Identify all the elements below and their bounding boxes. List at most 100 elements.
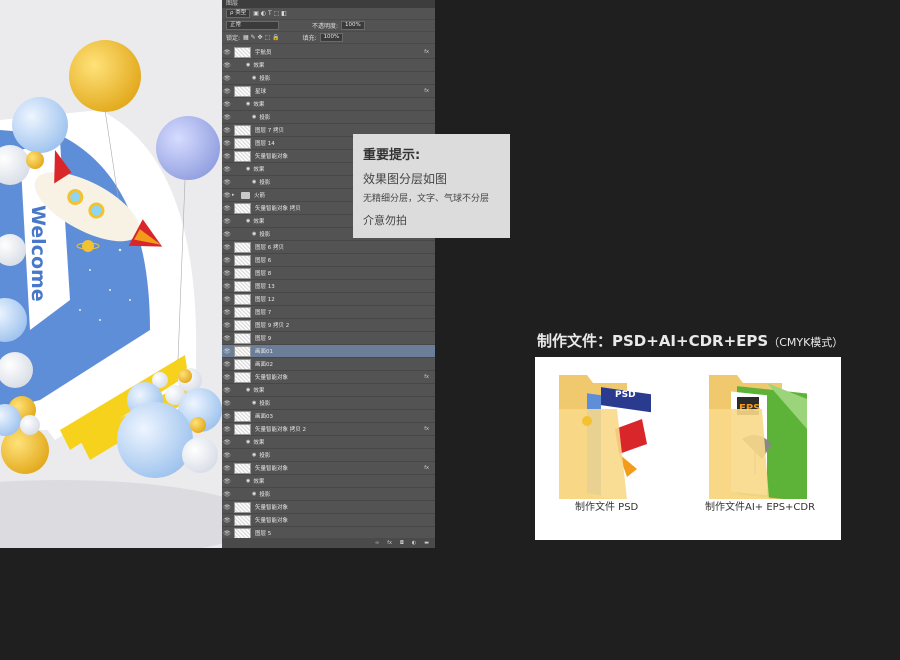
visibility-eye-icon[interactable]: 👁 [222,218,232,225]
visibility-eye-icon[interactable]: 👁 [222,270,232,277]
fx-badge[interactable]: fx [424,426,429,432]
visibility-eye-icon[interactable]: 👁 [222,465,232,472]
visibility-eye-icon[interactable]: 👁 [222,491,232,498]
layer-row[interactable]: 👁 宇航员 fx [222,46,435,59]
group-toggle-icon[interactable]: ▸ [232,192,239,198]
layer-row[interactable]: 👁 图层 9 [222,332,435,345]
visibility-eye-icon[interactable]: 👁 [222,179,232,186]
layer-effect-row[interactable]: 👁 ◉ 效果 [222,59,435,72]
visibility-eye-icon[interactable]: 👁 [222,309,232,316]
layer-row[interactable]: 👁 矢量智能对象 [222,514,435,527]
layer-name: 投影 [259,180,271,186]
mask-icon[interactable]: ◘ [400,538,404,548]
layer-effect-row[interactable]: 👁 ◉ 投影 [222,397,435,410]
visibility-eye-icon[interactable]: 👁 [222,426,232,433]
effect-eye-icon[interactable]: ◉ [252,75,256,81]
filter-icons[interactable]: ▣ ◐ T ⬚ ◧ [253,10,287,17]
visibility-eye-icon[interactable]: 👁 [222,517,232,524]
visibility-eye-icon[interactable]: 👁 [222,192,232,199]
visibility-eye-icon[interactable]: 👁 [222,62,232,69]
visibility-eye-icon[interactable]: 👁 [222,231,232,238]
layer-row[interactable]: 👁 图层 6 [222,254,435,267]
visibility-eye-icon[interactable]: 👁 [222,348,232,355]
visibility-eye-icon[interactable]: 👁 [222,75,232,82]
effect-eye-icon[interactable]: ◉ [246,387,250,393]
visibility-eye-icon[interactable]: 👁 [222,153,232,160]
layer-effect-row[interactable]: 👁 ◉ 投影 [222,449,435,462]
effect-eye-icon[interactable]: ◉ [252,452,256,458]
effect-eye-icon[interactable]: ◉ [246,101,250,107]
visibility-eye-icon[interactable]: 👁 [222,114,232,121]
visibility-eye-icon[interactable]: 👁 [222,283,232,290]
layer-row[interactable]: 👁 画面03 [222,410,435,423]
effect-eye-icon[interactable]: ◉ [252,231,256,237]
visibility-eye-icon[interactable]: 👁 [222,127,232,134]
fx-badge[interactable]: fx [424,465,429,471]
layer-effect-row[interactable]: 👁 ◉ 效果 [222,475,435,488]
filter-kind-select[interactable]: ρ 类型 [226,9,251,18]
layer-row[interactable]: 👁 图层 8 [222,267,435,280]
effect-eye-icon[interactable]: ◉ [246,439,250,445]
layer-effect-row[interactable]: 👁 ◉ 效果 [222,436,435,449]
visibility-eye-icon[interactable]: 👁 [222,504,232,511]
visibility-eye-icon[interactable]: 👁 [222,374,232,381]
layer-row[interactable]: 👁 星球 fx [222,85,435,98]
visibility-eye-icon[interactable]: 👁 [222,205,232,212]
adjustment-icon[interactable]: ◐ [412,538,416,548]
layer-effect-row[interactable]: 👁 ◉ 效果 [222,98,435,111]
visibility-eye-icon[interactable]: 👁 [222,296,232,303]
layer-row[interactable]: 👁 矢量智能对象 fx [222,371,435,384]
layer-name: 效果 [253,440,265,446]
visibility-eye-icon[interactable]: 👁 [222,101,232,108]
effect-eye-icon[interactable]: ◉ [252,491,256,497]
visibility-eye-icon[interactable]: 👁 [222,335,232,342]
layer-effect-row[interactable]: 👁 ◉ 投影 [222,111,435,124]
notice-line-3: 介意勿拍 [363,214,407,227]
effect-eye-icon[interactable]: ◉ [246,478,250,484]
visibility-eye-icon[interactable]: 👁 [222,166,232,173]
layer-row[interactable]: 👁 画面01 [222,345,435,358]
visibility-eye-icon[interactable]: 👁 [222,413,232,420]
effect-eye-icon[interactable]: ◉ [252,114,256,120]
visibility-eye-icon[interactable]: 👁 [222,387,232,394]
fx-badge[interactable]: fx [424,88,429,94]
fx-badge[interactable]: fx [424,49,429,55]
effect-eye-icon[interactable]: ◉ [246,218,250,224]
effect-eye-icon[interactable]: ◉ [252,400,256,406]
visibility-eye-icon[interactable]: 👁 [222,257,232,264]
layer-effect-row[interactable]: 👁 ◉ 效果 [222,384,435,397]
fx-icon[interactable]: fx [387,538,392,548]
visibility-eye-icon[interactable]: 👁 [222,478,232,485]
new-group-icon[interactable]: ▬ [424,538,429,548]
lock-icons[interactable]: ▦ ✎ ✥ ⬚ 🔒 [243,34,280,41]
visibility-eye-icon[interactable]: 👁 [222,452,232,459]
fx-badge[interactable]: fx [424,374,429,380]
visibility-eye-icon[interactable]: 👁 [222,530,232,537]
visibility-eye-icon[interactable]: 👁 [222,322,232,329]
fill-input[interactable]: 100% [319,33,344,42]
layer-row[interactable]: 👁 图层 9 拷贝 2 [222,319,435,332]
visibility-eye-icon[interactable]: 👁 [222,49,232,56]
layer-row[interactable]: 👁 图层 6 拷贝 [222,241,435,254]
visibility-eye-icon[interactable]: 👁 [222,439,232,446]
effect-eye-icon[interactable]: ◉ [246,62,250,68]
blend-mode-select[interactable]: 正常 [226,21,279,30]
effect-eye-icon[interactable]: ◉ [246,166,250,172]
visibility-eye-icon[interactable]: 👁 [222,140,232,147]
layer-effect-row[interactable]: 👁 ◉ 投影 [222,72,435,85]
effect-eye-icon[interactable]: ◉ [252,179,256,185]
layer-row[interactable]: 👁 画面02 [222,358,435,371]
layer-row[interactable]: 👁 图层 7 [222,306,435,319]
layer-row[interactable]: 👁 矢量智能对象 fx [222,462,435,475]
visibility-eye-icon[interactable]: 👁 [222,361,232,368]
visibility-eye-icon[interactable]: 👁 [222,244,232,251]
opacity-input[interactable]: 100% [341,21,365,30]
layer-row[interactable]: 👁 矢量智能对象 拷贝 2 fx [222,423,435,436]
layer-row[interactable]: 👁 图层 13 [222,280,435,293]
layer-row[interactable]: 👁 矢量智能对象 [222,501,435,514]
visibility-eye-icon[interactable]: 👁 [222,400,232,407]
link-icon[interactable]: ∞ [375,538,379,548]
layer-effect-row[interactable]: 👁 ◉ 投影 [222,488,435,501]
layer-row[interactable]: 👁 图层 12 [222,293,435,306]
visibility-eye-icon[interactable]: 👁 [222,88,232,95]
